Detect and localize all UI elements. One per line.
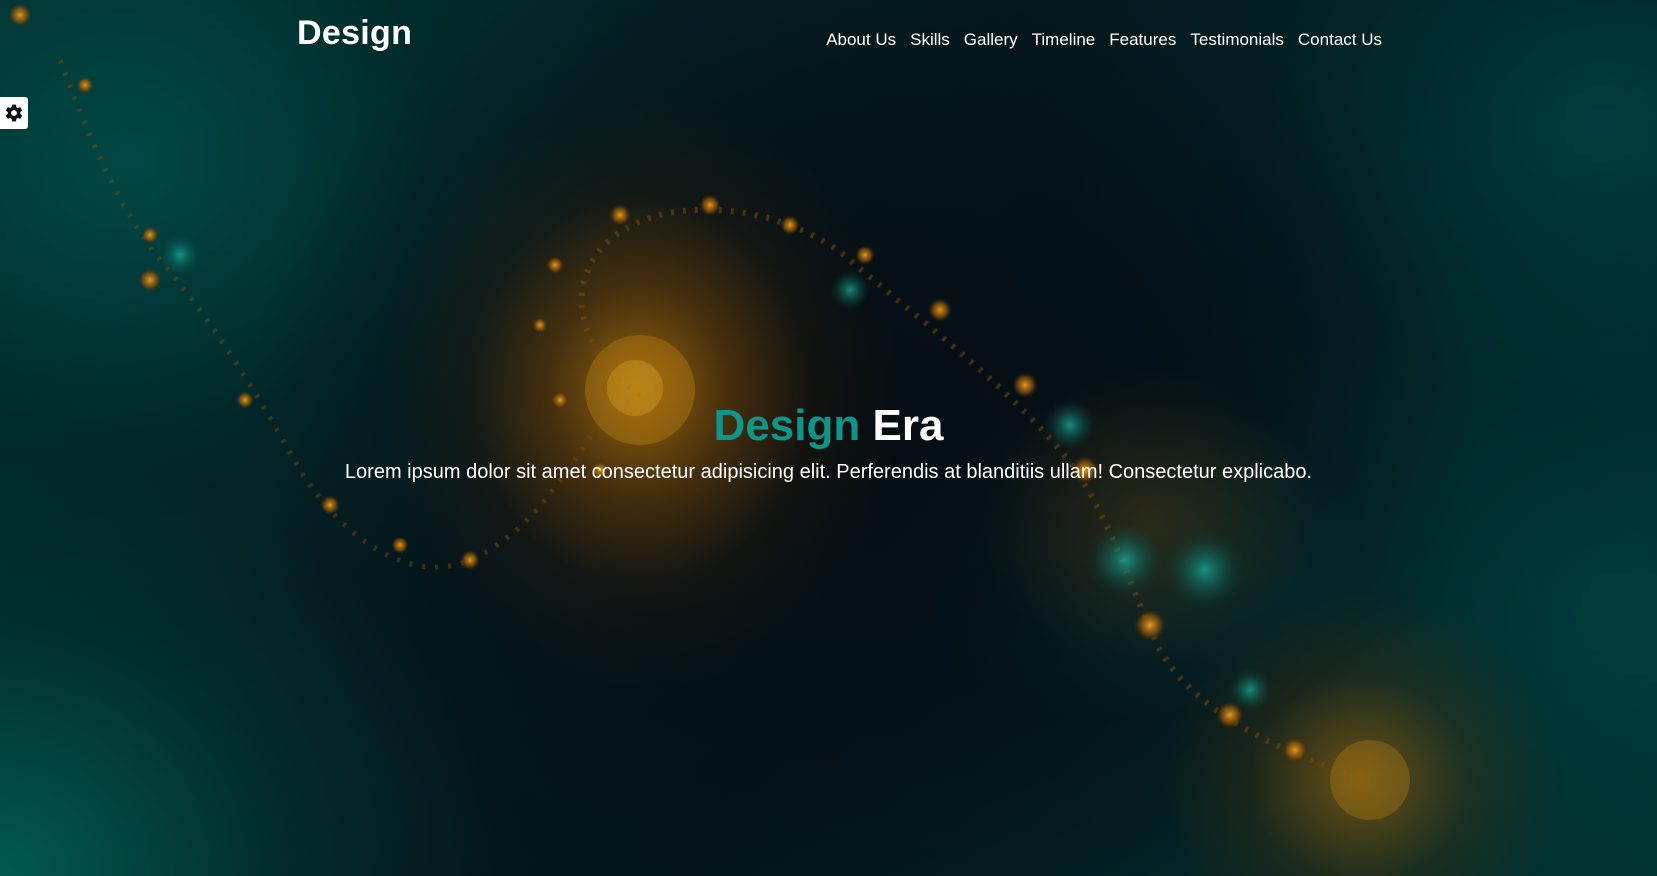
gear-icon [5,104,23,122]
hero-section: Design Era Lorem ipsum dolor sit amet co… [0,395,1657,487]
nav-item-about-us: About Us [826,30,896,50]
nav-item-testimonials: Testimonials [1190,30,1284,50]
nav-link-testimonials[interactable]: Testimonials [1190,30,1284,49]
nav-item-timeline: Timeline [1032,30,1096,50]
nav-item-gallery: Gallery [964,30,1018,50]
hero-title-accent: Design [713,401,861,450]
settings-toggle-button[interactable] [0,97,28,129]
nav-link-skills[interactable]: Skills [910,30,950,49]
nav-link-contact-us[interactable]: Contact Us [1298,30,1382,49]
nav-item-features: Features [1109,30,1176,50]
nav-item-contact-us: Contact Us [1298,30,1382,50]
nav-item-skills: Skills [910,30,950,50]
nav-link-gallery[interactable]: Gallery [964,30,1018,49]
hero-title: Design Era [0,395,1657,457]
main-nav: About Us Skills Gallery Timeline Feature… [826,30,1382,50]
top-navbar: Design About Us Skills Gallery Timeline … [0,0,1657,80]
nav-link-about-us[interactable]: About Us [826,30,896,49]
nav-link-timeline[interactable]: Timeline [1032,30,1096,49]
hero-title-rest: Era [872,401,944,450]
hero-description: Lorem ipsum dolor sit amet consectetur a… [344,461,1313,483]
site-logo[interactable]: Design [297,14,412,53]
nav-link-features[interactable]: Features [1109,30,1176,49]
landing-page: Design About Us Skills Gallery Timeline … [0,0,1657,876]
